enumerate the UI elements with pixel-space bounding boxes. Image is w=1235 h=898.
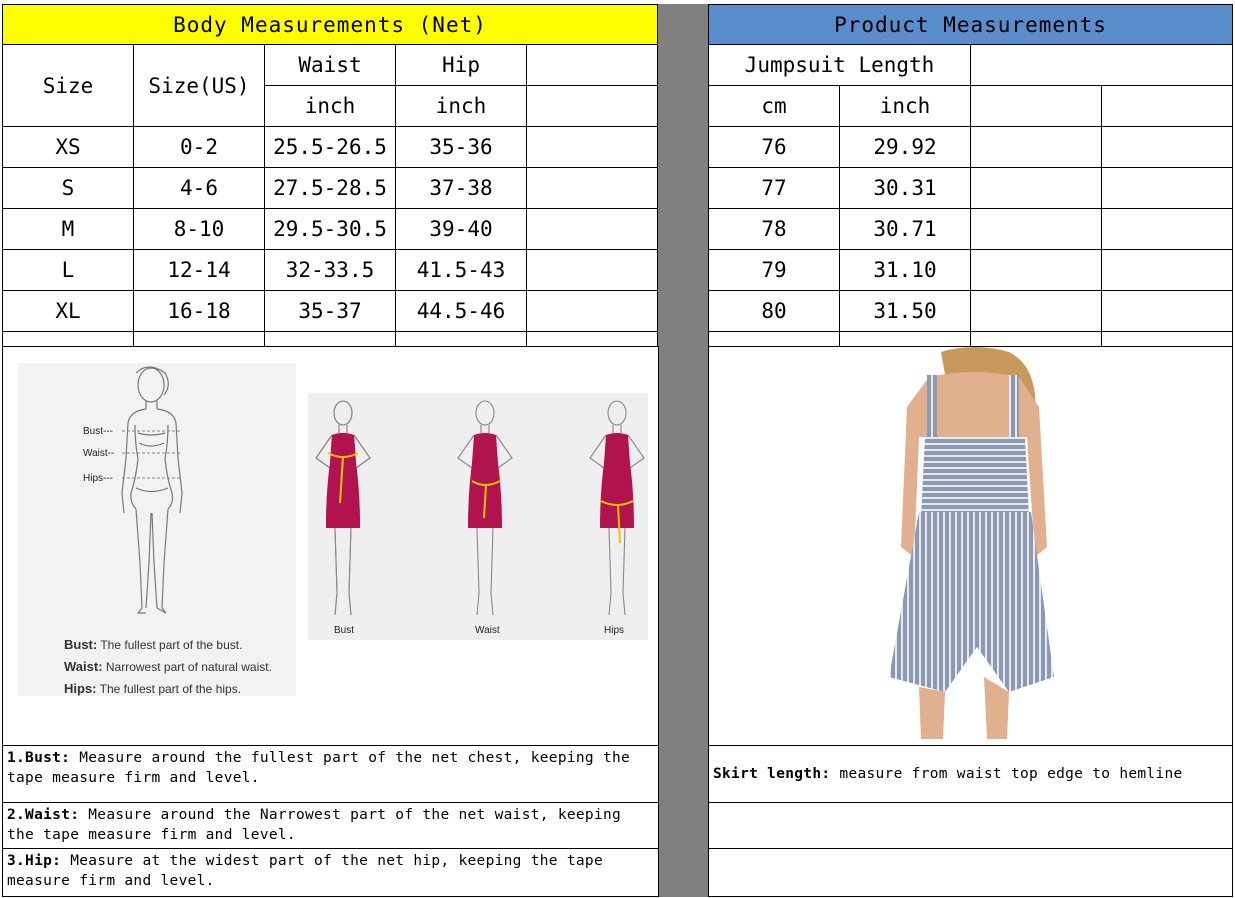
spacer-cell [526, 331, 658, 347]
cell-waist: 25.5-26.5 [264, 126, 396, 168]
cell-us: 8-10 [133, 208, 265, 250]
product-photo-panel [708, 346, 1233, 746]
col-waist: Waist [264, 44, 396, 86]
cell-hip: 39-40 [395, 208, 527, 250]
cell-inch: 31.10 [839, 249, 971, 291]
spacer-cell [264, 331, 396, 347]
cell-inch: 30.71 [839, 208, 971, 250]
body-outline-icon [121, 366, 183, 614]
spacer-cell [839, 331, 971, 347]
divider-column [658, 4, 708, 897]
body-diagram: Bust--- Waist-- Hips--- Bust: The fulles… [18, 363, 296, 696]
cell-waist: 35-37 [264, 290, 396, 332]
cell-size: S [2, 167, 134, 209]
col-jumpsuit-length: Jumpsuit Length [708, 44, 971, 86]
cell-inch: 31.50 [839, 290, 971, 332]
empty-cell [970, 208, 1102, 250]
empty-cell [1101, 208, 1233, 250]
cell-cm: 76 [708, 126, 840, 168]
cell-hip: 44.5-46 [395, 290, 527, 332]
spacer-cell [395, 331, 527, 347]
dress-figures-icon [315, 400, 645, 616]
measurement-guide-panel: Bust--- Waist-- Hips--- Bust: The fulles… [2, 346, 659, 746]
cell-us: 0-2 [133, 126, 265, 168]
cell-size: L [2, 249, 134, 291]
label-bust: Bust--- [83, 426, 113, 437]
cell-us: 16-18 [133, 290, 265, 332]
empty-cell [526, 44, 658, 86]
cell-cm: 80 [708, 290, 840, 332]
cell-size: M [2, 208, 134, 250]
empty-cell [526, 126, 658, 168]
caption-bust: Bust [334, 625, 355, 636]
cell-cm: 78 [708, 208, 840, 250]
cell-hip: 35-36 [395, 126, 527, 168]
cell-hip: 37-38 [395, 167, 527, 209]
product-measurements-header: Product Measurements [708, 4, 1233, 45]
caption-hips: Hips [604, 625, 625, 636]
empty-cell [1101, 290, 1233, 332]
cell-us: 12-14 [133, 249, 265, 291]
waist-unit: inch [264, 85, 396, 127]
spacer-cell [2, 331, 134, 347]
empty-note [708, 802, 1233, 849]
empty-cell [1101, 249, 1233, 291]
note-bust: 1.Bust: Measure around the fullest part … [2, 745, 659, 803]
caption-waist: Waist [475, 625, 500, 636]
col-hip: Hip [395, 44, 527, 86]
cell-cm: 79 [708, 249, 840, 291]
cm-unit: cm [708, 85, 840, 127]
spacer-cell [133, 331, 265, 347]
inch-unit: inch [839, 85, 971, 127]
empty-cell [1101, 85, 1233, 127]
note-skirt-length: Skirt length: measure from waist top edg… [708, 745, 1233, 803]
empty-note [708, 848, 1233, 897]
spacer-cell [970, 331, 1102, 347]
legend-waist: Waist: Narrowest part of natural waist. [64, 659, 272, 674]
empty-cell [1101, 167, 1233, 209]
note-hip: 3.Hip: Measure at the widest part of the… [2, 848, 659, 897]
legend-bust: Bust: The fullest part of the bust. [64, 637, 243, 652]
empty-cell [970, 44, 1233, 86]
measuring-figures: Bust Waist Hips [308, 393, 648, 640]
label-waist: Waist-- [83, 448, 115, 459]
cell-hip: 41.5-43 [395, 249, 527, 291]
spacer-cell [1101, 331, 1233, 347]
cell-us: 4-6 [133, 167, 265, 209]
hip-unit: inch [395, 85, 527, 127]
empty-cell [526, 249, 658, 291]
note-waist: 2.Waist: Measure around the Narrowest pa… [2, 802, 659, 849]
empty-cell [1101, 126, 1233, 168]
cell-waist: 27.5-28.5 [264, 167, 396, 209]
empty-cell [526, 85, 658, 127]
cell-cm: 77 [708, 167, 840, 209]
cell-inch: 29.92 [839, 126, 971, 168]
empty-cell [970, 126, 1102, 168]
empty-cell [526, 208, 658, 250]
legend-hips: Hips: The fullest part of the hips. [64, 681, 242, 696]
cell-size: XS [2, 126, 134, 168]
cell-waist: 29.5-30.5 [264, 208, 396, 250]
body-measurements-header: Body Measurements (Net) [2, 4, 658, 45]
col-size: Size [2, 44, 134, 127]
empty-cell [526, 290, 658, 332]
empty-cell [526, 167, 658, 209]
empty-cell [970, 85, 1102, 127]
col-size-us: Size(US) [133, 44, 265, 127]
cell-size: XL [2, 290, 134, 332]
spacer-cell [708, 331, 840, 347]
empty-cell [970, 167, 1102, 209]
cell-inch: 30.31 [839, 167, 971, 209]
empty-cell [970, 290, 1102, 332]
romper-photo [889, 347, 1054, 739]
label-hips: Hips--- [83, 473, 113, 484]
cell-waist: 32-33.5 [264, 249, 396, 291]
empty-cell [970, 249, 1102, 291]
